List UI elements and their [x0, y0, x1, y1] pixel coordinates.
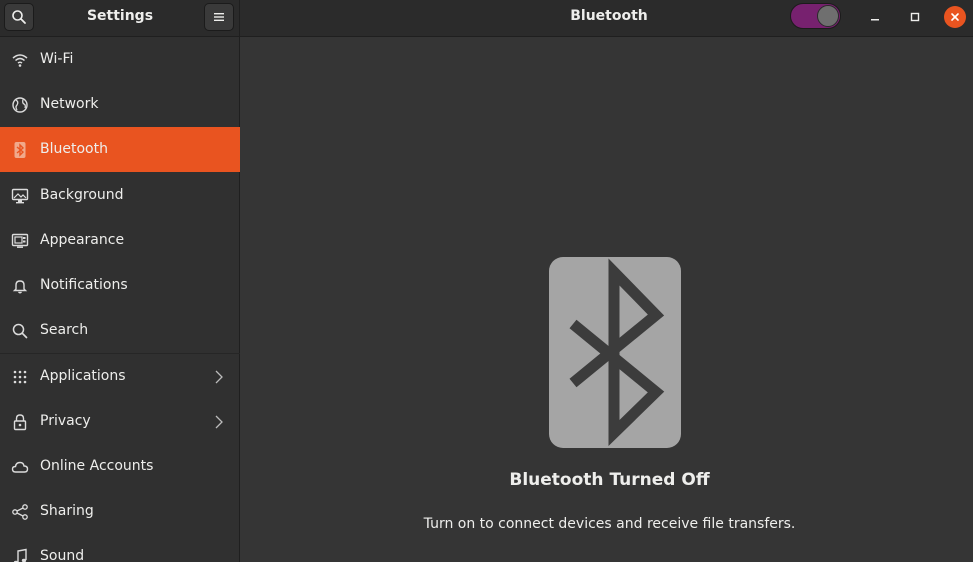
sidebar-item-label: Background [40, 187, 124, 203]
sidebar-item-sharing[interactable]: Sharing [0, 489, 240, 534]
sidebar-item-wifi[interactable]: Wi-Fi [0, 37, 240, 82]
sidebar-item-label: Sound [40, 548, 85, 562]
sidebar-item-label: Applications [40, 368, 126, 384]
minimize-button[interactable] [864, 6, 886, 28]
close-icon [951, 13, 959, 21]
sidebar: Wi-Fi Network Bluetooth Background Appea… [0, 37, 240, 562]
sidebar-item-privacy[interactable]: Privacy [0, 399, 240, 444]
sidebar-item-notifications[interactable]: Notifications [0, 263, 240, 308]
sidebar-item-online-accounts[interactable]: Online Accounts [0, 444, 240, 489]
sidebar-item-label: Sharing [40, 503, 94, 519]
sidebar-item-label: Wi-Fi [40, 51, 74, 67]
sidebar-item-network[interactable]: Network [0, 82, 240, 127]
cloud-icon [11, 458, 29, 476]
search-icon [12, 10, 26, 24]
chevron-right-icon [215, 415, 223, 429]
sidebar-item-background[interactable]: Background [0, 173, 240, 218]
main-content: Bluetooth Turned Off Turn on to connect … [241, 37, 973, 562]
status-title: Bluetooth Turned Off [509, 470, 710, 490]
minimize-icon [871, 19, 879, 21]
sidebar-item-bluetooth[interactable]: Bluetooth [0, 127, 240, 172]
close-button[interactable] [944, 6, 966, 28]
sidebar-item-label: Online Accounts [40, 458, 154, 474]
search-icon [11, 322, 29, 340]
share-icon [11, 503, 29, 521]
sidebar-item-label: Notifications [40, 277, 128, 293]
hamburger-icon [214, 13, 224, 21]
sidebar-item-label: Appearance [40, 232, 125, 248]
bluetooth-icon [11, 141, 29, 159]
sidebar-item-applications[interactable]: Applications [0, 354, 240, 399]
sidebar-title: Settings [86, 8, 154, 24]
status-description: Turn on to connect devices and receive f… [423, 516, 796, 532]
chevron-right-icon [215, 370, 223, 384]
header-bar: Settings Bluetooth [0, 0, 973, 37]
sidebar-item-sound[interactable]: Sound [0, 534, 240, 562]
sidebar-item-label: Privacy [40, 413, 91, 429]
sidebar-item-appearance[interactable]: Appearance [0, 218, 240, 263]
sidebar-item-label: Search [40, 322, 89, 338]
bell-icon [11, 277, 29, 295]
appearance-icon [11, 232, 29, 250]
music-note-icon [11, 548, 29, 562]
sidebar-item-label: Bluetooth [40, 141, 108, 157]
bluetooth-toggle[interactable] [790, 3, 841, 29]
sidebar-item-label: Network [40, 96, 99, 112]
toggle-knob [817, 5, 839, 27]
globe-icon [11, 96, 29, 114]
bluetooth-large-icon [549, 257, 681, 448]
wifi-icon [11, 51, 29, 69]
lock-icon [11, 413, 29, 431]
maximize-button[interactable] [904, 6, 926, 28]
sidebar-item-search[interactable]: Search [0, 308, 240, 353]
menu-button[interactable] [204, 3, 234, 31]
maximize-icon [910, 12, 920, 22]
monitor-icon [11, 187, 29, 205]
grid-icon [11, 368, 29, 386]
search-button[interactable] [4, 3, 34, 31]
sidebar-header: Settings [0, 0, 240, 37]
